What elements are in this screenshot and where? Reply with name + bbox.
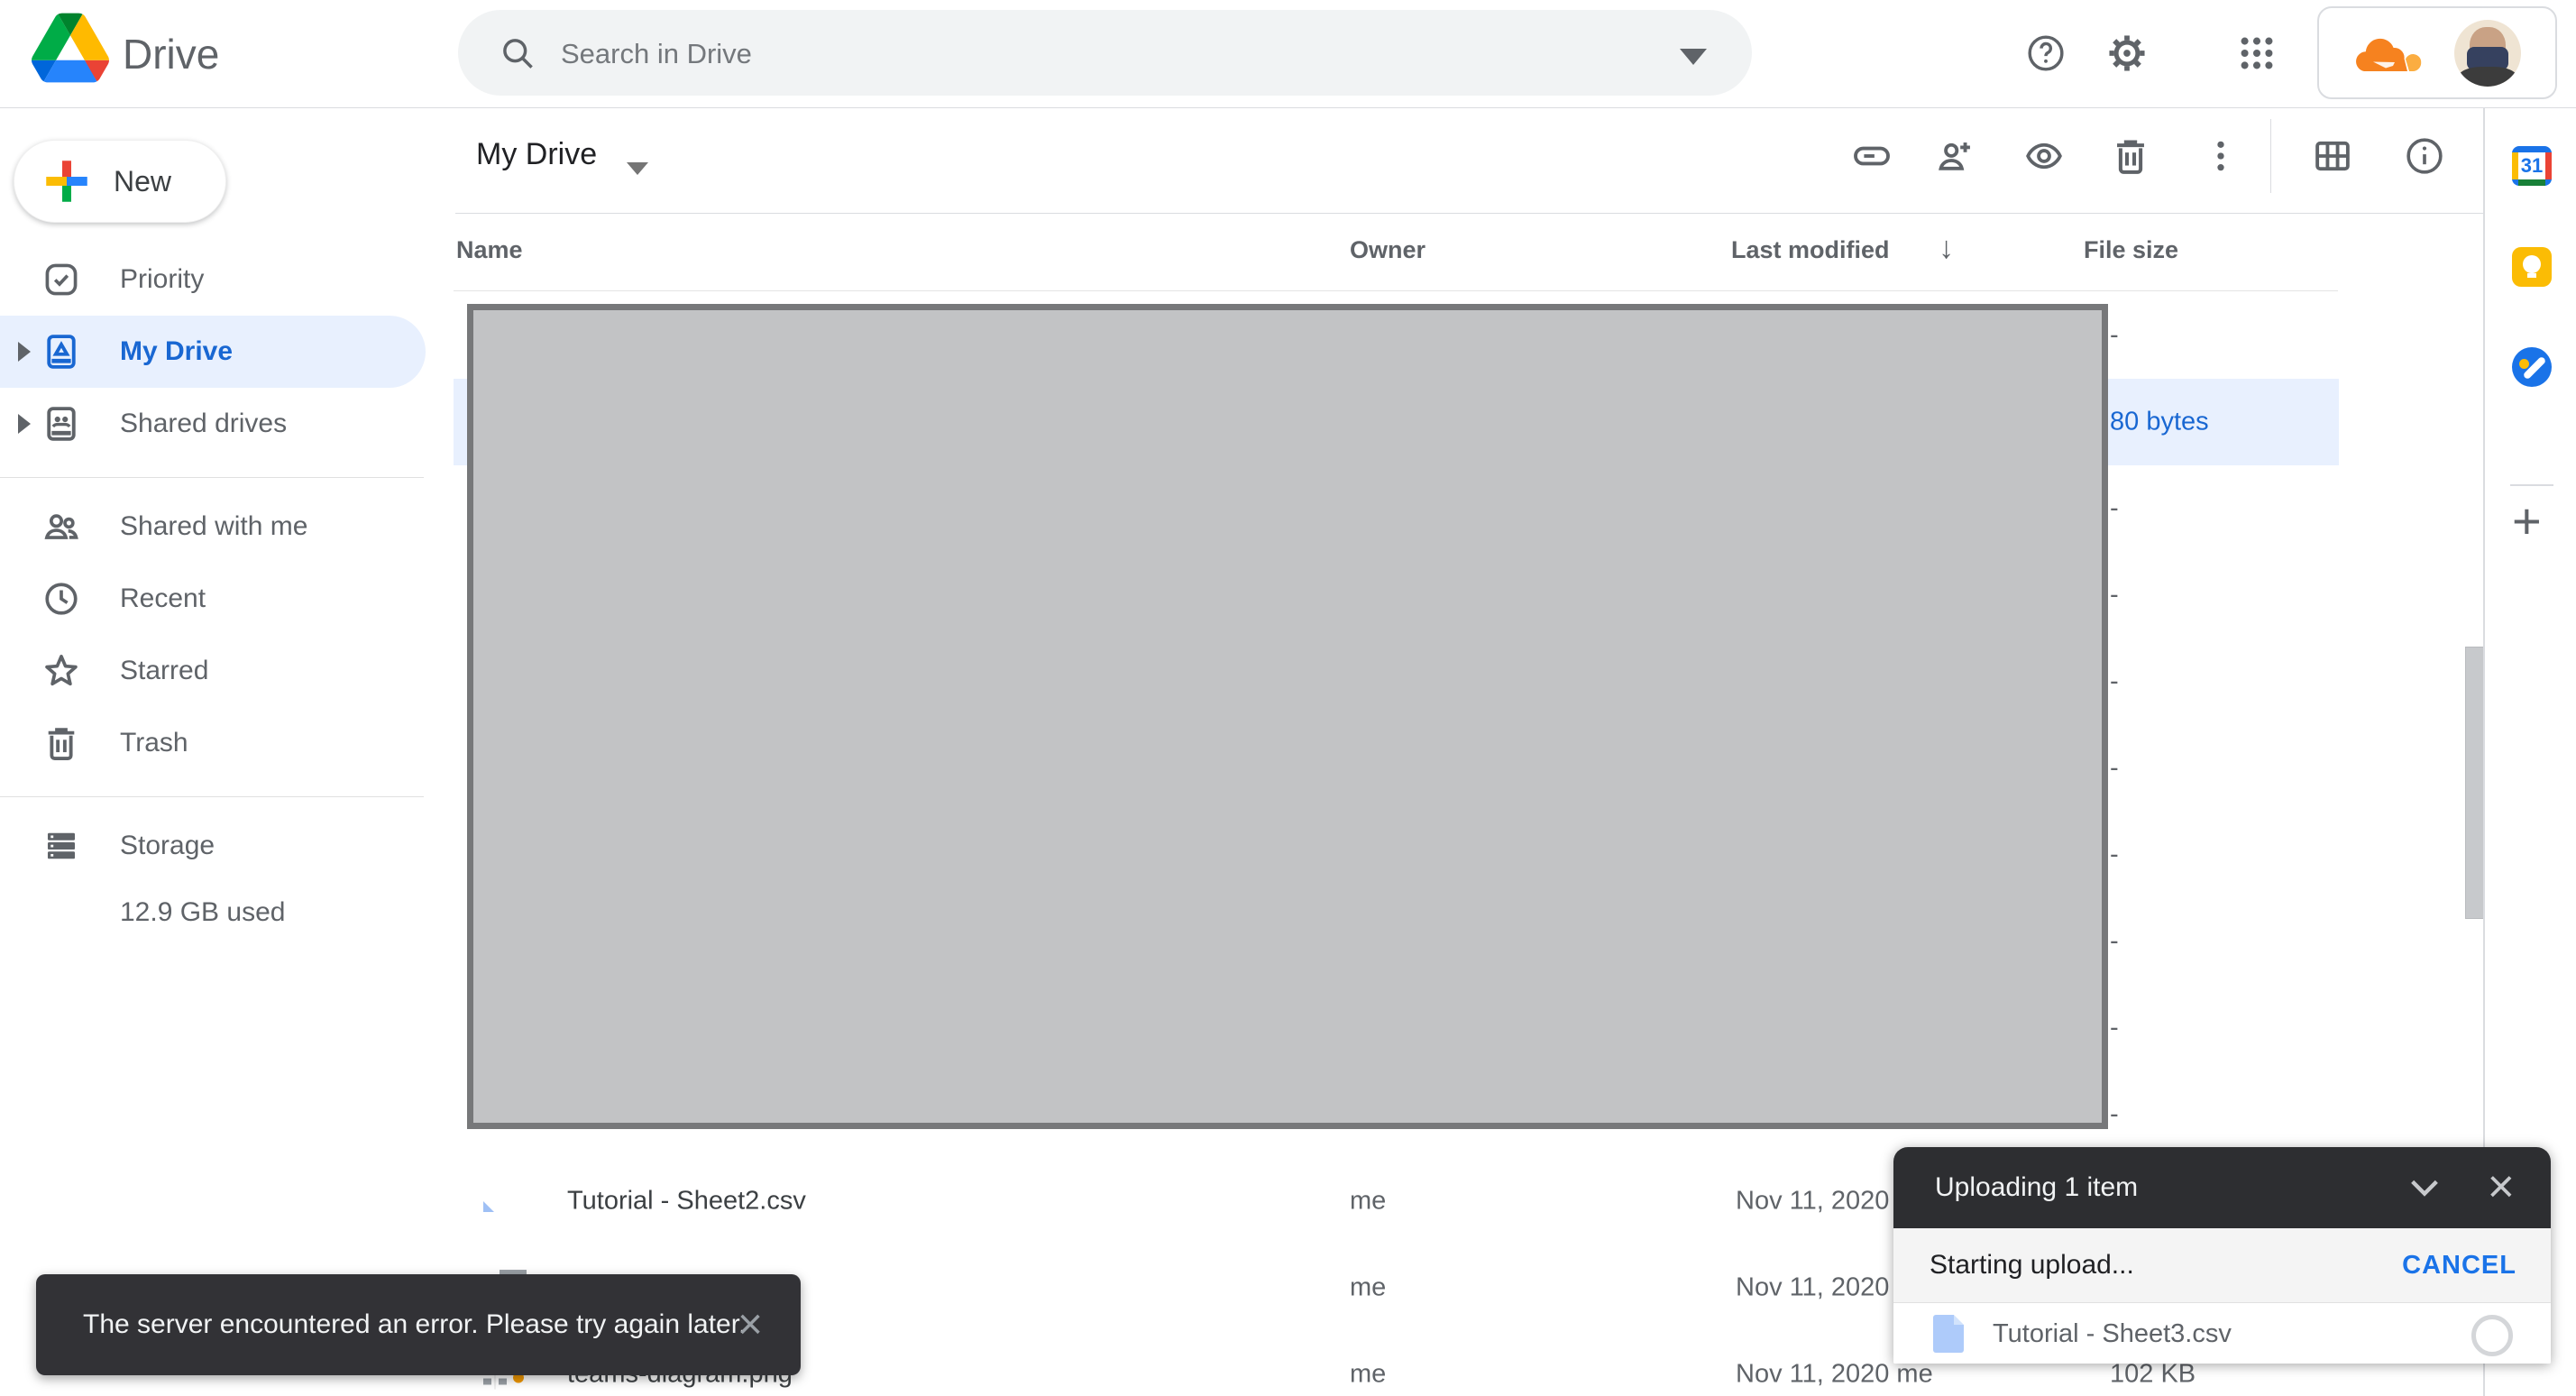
cloudflare-logo bbox=[2344, 32, 2438, 78]
sidebar-item-label: Trash bbox=[120, 728, 188, 758]
my-drive-icon bbox=[40, 330, 83, 373]
collapse-chevron-icon[interactable] bbox=[2406, 1174, 2443, 1201]
apps-grid-icon[interactable] bbox=[2236, 32, 2278, 74]
get-link-icon[interactable] bbox=[1851, 135, 1893, 177]
sidebar-item-label: Storage bbox=[120, 831, 215, 861]
upload-status-row: Starting upload... CANCEL bbox=[1893, 1228, 2551, 1303]
header-divider bbox=[455, 213, 2483, 214]
sidebar-item-priority[interactable]: Priority bbox=[0, 243, 426, 316]
trash-icon[interactable] bbox=[2110, 135, 2151, 177]
toast-message: The server encountered an error. Please … bbox=[83, 1309, 746, 1340]
toast-close-icon[interactable]: × bbox=[738, 1300, 763, 1350]
vertical-scrollbar[interactable] bbox=[2465, 647, 2484, 919]
calendar-icon[interactable]: 31 bbox=[2512, 146, 2552, 186]
new-button-label: New bbox=[114, 165, 171, 198]
recent-clock-icon bbox=[40, 577, 83, 620]
star-icon bbox=[40, 649, 83, 693]
trash-icon bbox=[40, 721, 83, 765]
sidebar-item-label: Shared with me bbox=[120, 511, 307, 542]
plus-icon[interactable]: + bbox=[2512, 501, 2542, 541]
google-drive-app: Drive bbox=[0, 0, 2576, 1396]
toolbar-divider bbox=[2270, 119, 2271, 193]
upload-status-text: Starting upload... bbox=[1930, 1250, 2134, 1281]
file-icon bbox=[1933, 1315, 1964, 1353]
table-header-divider bbox=[454, 290, 2338, 291]
side-panel-section-divider bbox=[2510, 484, 2553, 486]
info-icon[interactable] bbox=[2404, 135, 2445, 177]
sidebar-divider bbox=[0, 796, 424, 797]
file-owner: me bbox=[1350, 1360, 1386, 1390]
upload-close-icon[interactable]: × bbox=[2488, 1160, 2515, 1214]
sidebar-item-recent[interactable]: Recent bbox=[0, 563, 426, 635]
sidebar-item-starred[interactable]: Starred bbox=[0, 635, 426, 707]
cancel-upload-button[interactable]: CANCEL bbox=[2402, 1251, 2516, 1281]
search-bar[interactable] bbox=[458, 10, 1752, 96]
uploading-file-name: Tutorial - Sheet3.csv bbox=[1993, 1319, 2232, 1349]
new-plus-icon bbox=[43, 158, 90, 205]
upload-title: Uploading 1 item bbox=[1935, 1172, 2138, 1203]
upload-panel: Uploading 1 item × Starting upload... CA… bbox=[1893, 1147, 2551, 1364]
keep-icon[interactable] bbox=[2512, 247, 2552, 287]
search-options-arrow-icon[interactable] bbox=[1680, 49, 1707, 65]
page-title-dropdown-icon[interactable] bbox=[627, 162, 648, 175]
shared-drives-icon bbox=[40, 402, 83, 445]
search-icon[interactable] bbox=[498, 33, 537, 73]
drive-logo-icon[interactable] bbox=[32, 13, 109, 83]
more-vertical-icon[interactable] bbox=[2200, 135, 2241, 177]
shared-with-me-icon bbox=[40, 505, 83, 548]
storage-used-label: 12.9 GB used bbox=[120, 897, 285, 928]
sidebar-item-label: My Drive bbox=[120, 336, 233, 367]
redacted-overlay-box bbox=[467, 304, 2108, 1129]
file-name: Tutorial - Sheet2.csv bbox=[567, 1187, 806, 1217]
search-input[interactable] bbox=[559, 10, 1627, 97]
sidebar-item-shared-drives[interactable]: Shared drives bbox=[0, 388, 426, 460]
upload-panel-header: Uploading 1 item × bbox=[1893, 1147, 2551, 1228]
sidebar-item-my-drive[interactable]: My Drive bbox=[0, 316, 426, 388]
sidebar-item-label: Starred bbox=[120, 656, 208, 686]
help-icon[interactable] bbox=[2025, 32, 2067, 74]
error-toast: The server encountered an error. Please … bbox=[36, 1274, 801, 1375]
column-header-name[interactable]: Name bbox=[456, 236, 523, 264]
file-size: 102 KB bbox=[2110, 1360, 2196, 1390]
product-name: Drive bbox=[123, 30, 219, 78]
settings-gear-icon[interactable] bbox=[2106, 32, 2148, 74]
sidebar-divider bbox=[0, 477, 424, 478]
file-owner: me bbox=[1350, 1273, 1386, 1303]
upload-file-row[interactable]: Tutorial - Sheet3.csv bbox=[1893, 1303, 2551, 1364]
new-button[interactable]: New bbox=[14, 140, 226, 223]
expand-arrow-icon[interactable] bbox=[18, 414, 31, 434]
sidebar-item-shared-with-me[interactable]: Shared with me bbox=[0, 491, 426, 563]
column-header-size[interactable]: File size bbox=[2084, 236, 2178, 264]
sidebar-item-label: Recent bbox=[120, 583, 206, 614]
add-person-icon[interactable] bbox=[1935, 135, 1976, 177]
sort-direction-icon[interactable]: ↓ bbox=[1939, 231, 1954, 266]
column-header-modified[interactable]: Last modified bbox=[1731, 236, 1890, 264]
sidebar-item-storage[interactable]: Storage bbox=[0, 810, 426, 882]
sidebar-item-label: Priority bbox=[120, 264, 204, 295]
top-app-bar: Drive bbox=[0, 0, 2576, 108]
file-owner: me bbox=[1350, 1187, 1386, 1217]
upload-progress-spinner bbox=[2471, 1315, 2513, 1356]
priority-check-icon bbox=[40, 258, 83, 301]
column-header-owner[interactable]: Owner bbox=[1350, 236, 1426, 264]
tasks-icon[interactable] bbox=[2512, 347, 2552, 387]
grid-view-icon[interactable] bbox=[2312, 135, 2353, 177]
account-switcher[interactable] bbox=[2317, 6, 2557, 99]
calendar-day-label: 31 bbox=[2518, 152, 2545, 179]
page-title[interactable]: My Drive bbox=[476, 137, 597, 172]
preview-eye-icon[interactable] bbox=[2023, 135, 2065, 177]
storage-icon bbox=[40, 824, 83, 868]
file-modified: Nov 11, 2020 me bbox=[1736, 1360, 1933, 1390]
user-avatar[interactable] bbox=[2454, 20, 2521, 87]
expand-arrow-icon[interactable] bbox=[18, 342, 31, 362]
sidebar-item-trash[interactable]: Trash bbox=[0, 707, 426, 779]
sidebar-item-label: Shared drives bbox=[120, 409, 287, 439]
left-navigation: New Priority My Drive bbox=[0, 108, 424, 1396]
